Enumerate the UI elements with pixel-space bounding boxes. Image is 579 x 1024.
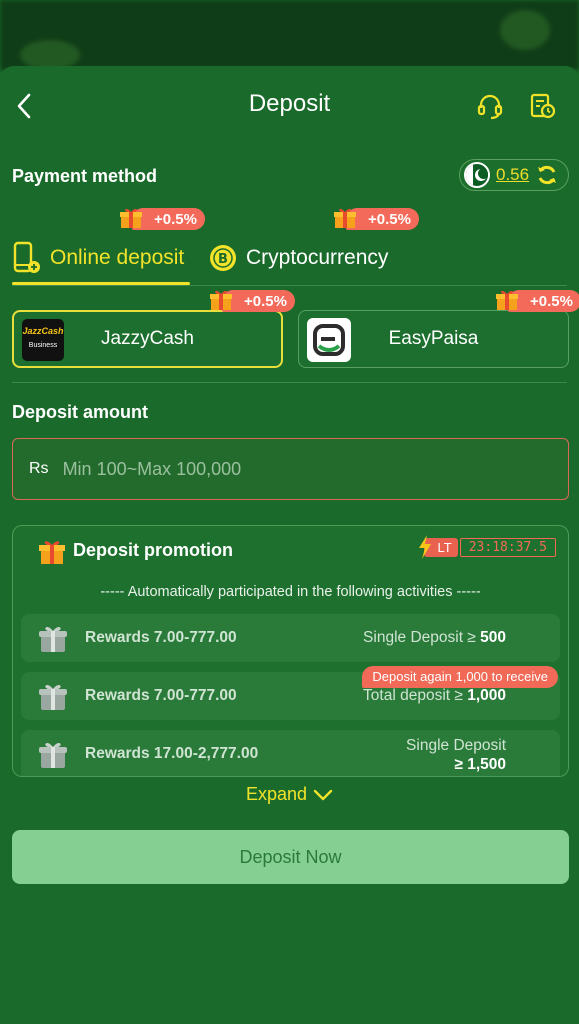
gift-icon (496, 290, 518, 310)
tab-online-deposit[interactable]: Online deposit (12, 236, 184, 280)
bonus-badge: +0.5% (210, 290, 295, 312)
payment-option-easypaisa[interactable]: EasyPaisa (298, 310, 569, 368)
gift-icon (39, 742, 67, 768)
background-overlay (0, 0, 579, 70)
bonus-badge: +0.5% (334, 208, 419, 230)
reward-label: Rewards 7.00-777.00 (85, 687, 237, 704)
deposit-now-button[interactable]: Deposit Now (12, 830, 569, 884)
gift-icon (210, 290, 232, 310)
payment-option-label: EasyPaisa (388, 328, 479, 349)
reward-item[interactable]: Rewards 7.00-777.00 Single Deposit ≥ 500 (21, 614, 560, 662)
payment-option-label: JazzyCash (101, 328, 194, 349)
divider (12, 382, 567, 383)
promotion-subtitle: ----- Automatically participated in the … (100, 584, 481, 600)
chevron-down-icon (313, 789, 333, 800)
gift-icon (334, 208, 356, 228)
reward-label: Rewards 17.00-2,777.00 (85, 745, 259, 762)
payment-method-label: Payment method (12, 166, 158, 186)
countdown-timer: 23:18:37.5 (459, 538, 556, 557)
phone-deposit-icon (13, 241, 40, 273)
currency-label: Rs (29, 460, 49, 477)
reward-condition: Single Deposit ≥ 1,500 (406, 737, 506, 773)
bitcoin-icon: B (210, 245, 236, 271)
tab-label: Cryptocurrency (246, 246, 389, 269)
gift-icon (39, 626, 67, 652)
reward-item[interactable]: Rewards 17.00-2,777.00 Single Deposit ≥ 1… (21, 730, 560, 776)
deposit-amount-field[interactable]: Rs (12, 438, 569, 500)
header: Deposit (0, 66, 579, 146)
balance-pill[interactable]: 0.56 (459, 159, 569, 191)
deposit-promotion-card: Deposit promotion LT 23:18:37.5 ----- Au… (12, 525, 569, 777)
headset-icon (477, 94, 503, 120)
bonus-badge: +0.5% (120, 208, 205, 230)
gift-icon (120, 208, 142, 228)
lightning-icon (418, 535, 431, 559)
limited-time-badge: LT (418, 535, 458, 559)
gift-icon (39, 541, 65, 564)
support-button[interactable] (472, 88, 508, 124)
refresh-icon[interactable] (535, 163, 559, 187)
svg-text:B: B (218, 252, 228, 267)
reward-label: Rewards 7.00-777.00 (85, 629, 237, 646)
expand-button[interactable]: Expand (0, 784, 579, 805)
deposit-tabs: Online deposit B Cryptocurrency +0.5% +0… (12, 208, 567, 286)
payment-option-jazzycash[interactable]: JazzCash Business JazzyCash (12, 310, 283, 368)
expand-label: Expand (245, 784, 308, 804)
amount-input[interactable] (62, 458, 543, 480)
tab-label: Online deposit (50, 246, 185, 269)
chevron-left-icon (17, 93, 31, 119)
balance-value: 0.56 (496, 165, 530, 184)
limited-time-timer: LT 23:18:37.5 (418, 535, 556, 559)
bonus-badge: +0.5% (496, 290, 579, 312)
reward-condition: Single Deposit ≥ 500 (363, 629, 506, 646)
promotion-title: Deposit promotion (73, 540, 233, 560)
deposit-again-notice: Deposit again 1,000 to receive (362, 666, 558, 688)
pakistan-flag-icon (464, 162, 490, 188)
deposit-amount-label: Deposit amount (12, 402, 149, 422)
back-button[interactable] (10, 88, 38, 124)
deposit-sheet: Deposit Payment method 0.56 Online depos… (0, 66, 579, 1024)
reward-condition: Total deposit ≥ 1,000 (363, 687, 506, 704)
tab-cryptocurrency[interactable]: B Cryptocurrency (208, 236, 388, 280)
history-icon (530, 93, 556, 119)
active-tab-indicator (12, 282, 190, 285)
history-button[interactable] (524, 88, 560, 124)
gift-icon (39, 684, 67, 710)
